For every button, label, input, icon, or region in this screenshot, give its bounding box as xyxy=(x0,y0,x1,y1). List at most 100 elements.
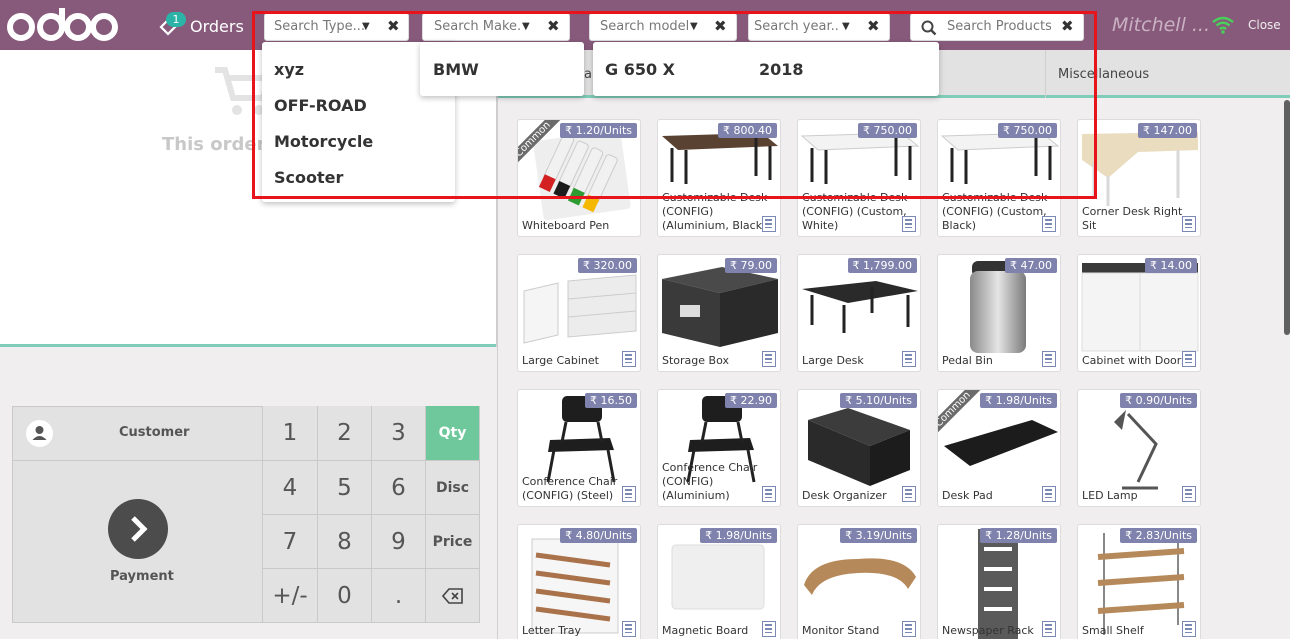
category-item-miscellaneous[interactable]: Miscellaneous xyxy=(1058,67,1149,82)
type-option[interactable]: xyz xyxy=(274,60,304,79)
product-name: Magnetic Board xyxy=(662,624,749,637)
configure-icon[interactable] xyxy=(762,486,776,502)
product-card-pedal-bin[interactable]: ₹ 47.00 Pedal Bin xyxy=(937,254,1061,372)
type-option[interactable]: Scooter xyxy=(274,168,343,187)
configure-icon[interactable] xyxy=(1182,486,1196,502)
numpad-key-dot[interactable]: . xyxy=(372,569,426,623)
configure-icon[interactable] xyxy=(1042,351,1056,367)
product-card-conference-chair-aluminium[interactable]: ₹ 22.90 Conference Chair (CONFIG) (Alumi… xyxy=(657,389,781,507)
product-card-whiteboard-pen[interactable]: Common ₹ 1.20/Units Whiteboard Pen xyxy=(517,119,641,237)
product-card-desk-pad[interactable]: Common ₹ 1.98/Units Desk Pad xyxy=(937,389,1061,507)
numpad-key-9[interactable]: 9 xyxy=(372,515,426,569)
chevron-down-icon[interactable]: ▼ xyxy=(690,21,698,32)
configure-icon[interactable] xyxy=(902,351,916,367)
price-tag: ₹ 22.90 xyxy=(725,393,777,408)
search-model-placeholder: Search model. xyxy=(600,19,688,34)
product-card-letter-tray[interactable]: ₹ 4.80/Units Letter Tray xyxy=(517,524,641,639)
product-card-magnetic-board[interactable]: ₹ 1.98/Units Magnetic Board xyxy=(657,524,781,639)
search-type-input[interactable]: Search Type... ▼ ✖ xyxy=(264,13,409,41)
product-name: Monitor Stand xyxy=(802,624,880,637)
product-name: Customizable Desk (CONFIG) (Aluminium, B… xyxy=(662,191,768,232)
configure-icon[interactable] xyxy=(762,216,776,232)
configure-icon[interactable] xyxy=(1042,486,1056,502)
product-card-cabinet-with-doors[interactable]: ₹ 14.00 Cabinet with Doors xyxy=(1077,254,1201,372)
numpad-key-2[interactable]: 2 xyxy=(318,406,372,461)
user-name[interactable]: Mitchell ... xyxy=(1112,14,1210,36)
clear-icon[interactable]: ✖ xyxy=(387,17,400,35)
product-card-corner-desk-right-sit[interactable]: ₹ 147.00 Corner Desk Right Sit xyxy=(1077,119,1201,237)
chevron-right-icon xyxy=(108,499,168,559)
product-card-customizable-desk-custom-black[interactable]: ₹ 750.00 Customizable Desk (CONFIG) (Cus… xyxy=(937,119,1061,237)
product-card-conference-chair-steel[interactable]: ₹ 16.50 Conference Chair (CONFIG) (Steel… xyxy=(517,389,641,507)
close-button[interactable]: Close xyxy=(1248,18,1281,32)
configure-icon[interactable] xyxy=(902,216,916,232)
backspace-button[interactable] xyxy=(426,569,480,623)
product-card-newspaper-rack[interactable]: ₹ 1.28/Units Newspaper Rack xyxy=(937,524,1061,639)
chevron-down-icon[interactable]: ▼ xyxy=(362,21,370,32)
configure-icon[interactable] xyxy=(1182,216,1196,232)
products-scrollbar[interactable] xyxy=(1284,100,1290,335)
search-model-input[interactable]: Search model. ▼ ✖ xyxy=(589,13,737,41)
numpad-key-8[interactable]: 8 xyxy=(318,515,372,569)
configure-icon[interactable] xyxy=(1182,351,1196,367)
configure-icon[interactable] xyxy=(622,351,636,367)
product-card-led-lamp[interactable]: ₹ 0.90/Units LED Lamp xyxy=(1077,389,1201,507)
product-card-storage-box[interactable]: ₹ 79.00 Storage Box xyxy=(657,254,781,372)
price-tag: ₹ 1.98/Units xyxy=(700,528,777,543)
configure-icon[interactable] xyxy=(762,621,776,637)
configure-icon[interactable] xyxy=(622,486,636,502)
payment-label: Payment xyxy=(110,569,174,584)
product-name: Storage Box xyxy=(662,354,729,367)
chevron-down-icon[interactable]: ▼ xyxy=(522,21,530,32)
configure-icon[interactable] xyxy=(902,621,916,637)
product-name: Conference Chair (CONFIG) (Steel) xyxy=(522,475,618,502)
clear-icon[interactable]: ✖ xyxy=(714,17,727,35)
year-option[interactable]: 2018 xyxy=(759,60,804,79)
product-card-customizable-desk-custom-white[interactable]: ₹ 750.00 Customizable Desk (CONFIG) (Cus… xyxy=(797,119,921,237)
price-tag: ₹ 79.00 xyxy=(725,258,777,273)
price-tag: ₹ 4.80/Units xyxy=(560,528,637,543)
chevron-down-icon[interactable]: ▼ xyxy=(842,21,850,32)
type-option[interactable]: Motorcycle xyxy=(274,132,373,151)
search-year-input[interactable]: Search year... ▼ ✖ xyxy=(748,13,890,41)
numpad-key-3[interactable]: 3 xyxy=(372,406,426,461)
mode-qty-button[interactable]: Qty xyxy=(426,406,480,461)
clear-icon[interactable]: ✖ xyxy=(1061,17,1074,35)
clear-icon[interactable]: ✖ xyxy=(547,17,560,35)
numpad-key-7[interactable]: 7 xyxy=(263,515,318,569)
search-make-input[interactable]: Search Make.. ▼ ✖ xyxy=(422,13,570,41)
clear-icon[interactable]: ✖ xyxy=(867,17,880,35)
price-tag: ₹ 1.98/Units xyxy=(980,393,1057,408)
configure-icon[interactable] xyxy=(622,621,636,637)
model-option[interactable]: G 650 X xyxy=(605,60,675,79)
numpad-key-4[interactable]: 4 xyxy=(263,461,318,515)
product-card-customizable-desk-aluminium-black[interactable]: ₹ 800.40 Customizable Desk (CONFIG) (Alu… xyxy=(657,119,781,237)
type-option[interactable]: OFF-ROAD xyxy=(274,96,367,115)
payment-button[interactable]: Payment xyxy=(12,461,263,623)
price-tag: ₹ 1,799.00 xyxy=(847,258,917,273)
mode-price-button[interactable]: Price xyxy=(426,515,480,569)
product-card-monitor-stand[interactable]: ₹ 3.19/Units Monitor Stand xyxy=(797,524,921,639)
configure-icon[interactable] xyxy=(762,351,776,367)
configure-icon[interactable] xyxy=(1182,621,1196,637)
orders-label: Orders xyxy=(190,16,244,36)
numpad-key-plus-minus[interactable]: +/- xyxy=(263,569,318,623)
numpad-key-6[interactable]: 6 xyxy=(372,461,426,515)
numpad-key-0[interactable]: 0 xyxy=(318,569,372,623)
search-products-input[interactable]: Search Products. ✖ xyxy=(910,13,1084,41)
price-tag: ₹ 3.19/Units xyxy=(840,528,917,543)
make-option[interactable]: BMW xyxy=(433,60,479,79)
product-card-desk-organizer[interactable]: ₹ 5.10/Units Desk Organizer xyxy=(797,389,921,507)
product-card-large-cabinet[interactable]: ₹ 320.00 Large Cabinet xyxy=(517,254,641,372)
product-card-small-shelf[interactable]: ₹ 2.83/Units Small Shelf xyxy=(1077,524,1201,639)
configure-icon[interactable] xyxy=(902,486,916,502)
numpad-key-5[interactable]: 5 xyxy=(318,461,372,515)
configure-icon[interactable] xyxy=(1042,621,1056,637)
customer-label: Customer xyxy=(119,425,190,440)
product-card-large-desk[interactable]: ₹ 1,799.00 Large Desk xyxy=(797,254,921,372)
mode-disc-button[interactable]: Disc xyxy=(426,461,480,515)
customer-button[interactable]: Customer xyxy=(12,406,263,461)
price-tag: ₹ 5.10/Units xyxy=(840,393,917,408)
numpad-key-1[interactable]: 1 xyxy=(263,406,318,461)
configure-icon[interactable] xyxy=(1042,216,1056,232)
